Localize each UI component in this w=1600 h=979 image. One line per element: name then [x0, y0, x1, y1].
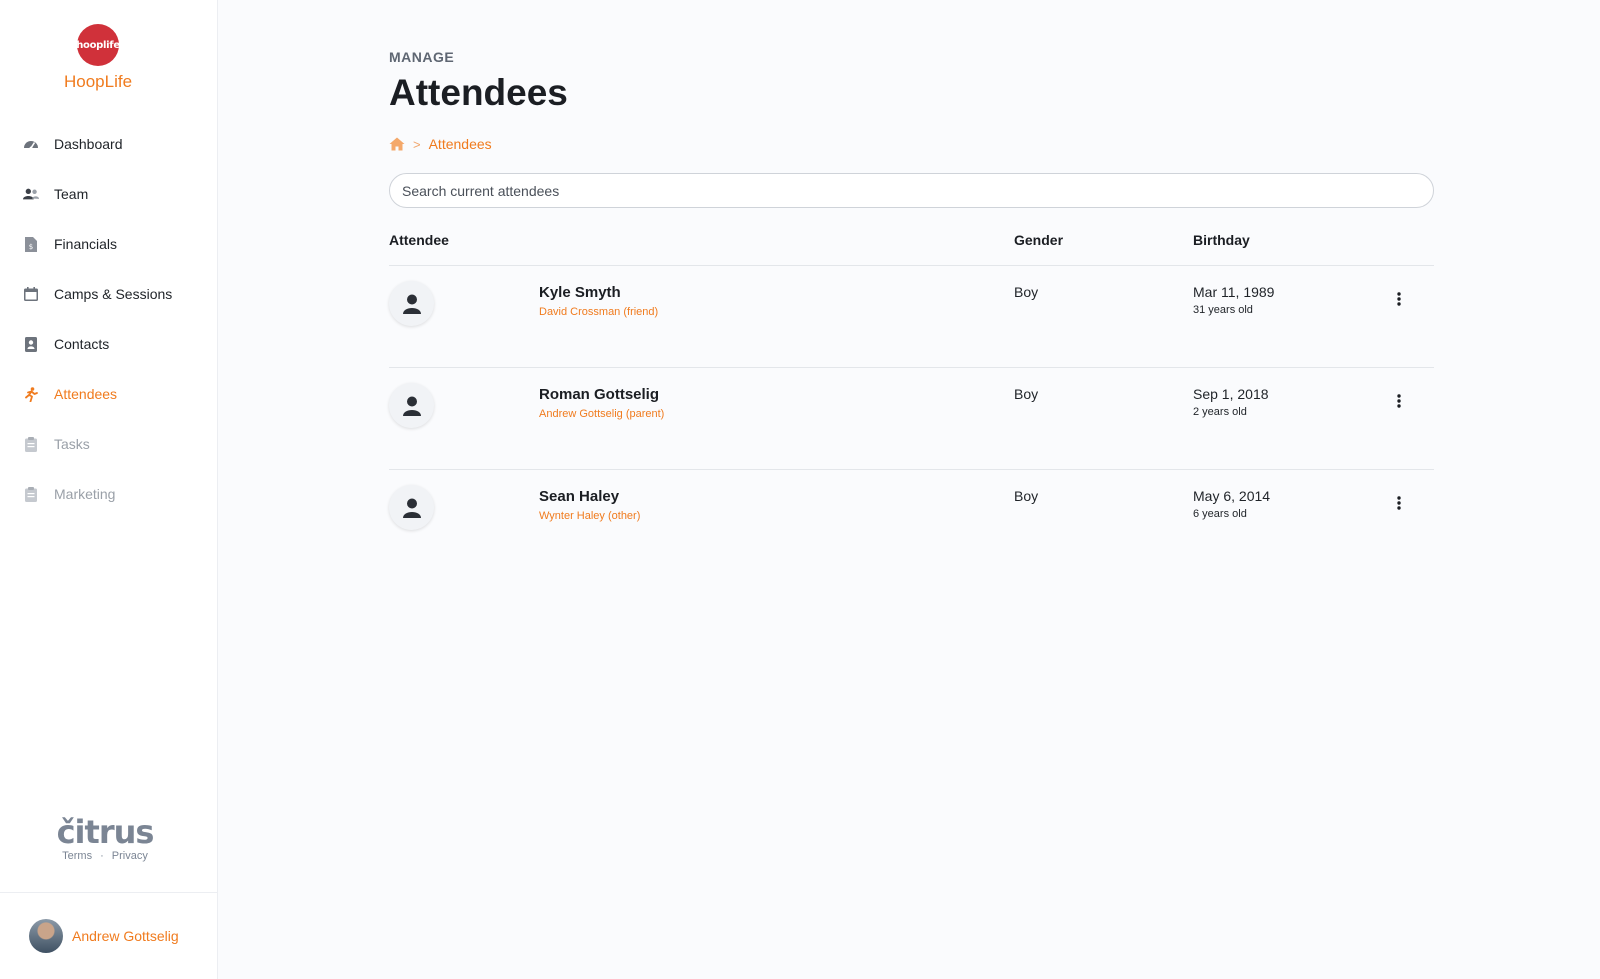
- attendee-table-body: Kyle Smyth David Crossman (friend) Boy M…: [389, 266, 1434, 572]
- sidebar-item-label: Contacts: [54, 336, 110, 352]
- attendee-name[interactable]: Kyle Smyth: [539, 284, 621, 301]
- search-input[interactable]: [389, 173, 1434, 208]
- attendee-name[interactable]: Roman Gottselig: [539, 386, 659, 403]
- sidebar-item-attendees[interactable]: Attendees: [0, 369, 218, 419]
- table-row[interactable]: Sean Haley Wynter Haley (other) Boy May …: [389, 470, 1434, 572]
- attendee-birthday: May 6, 2014: [1193, 488, 1271, 504]
- people-icon: [23, 186, 39, 202]
- attendee-gender: Boy: [1014, 386, 1039, 402]
- column-header-gender: Gender: [1014, 232, 1064, 248]
- breadcrumb-separator: >: [413, 136, 421, 152]
- attendee-contact[interactable]: Wynter Haley (other): [539, 510, 640, 522]
- clipboard-icon: [23, 486, 39, 502]
- table-header: Attendee Gender Birthday: [389, 229, 1434, 266]
- calendar-icon: [23, 286, 39, 302]
- speedometer-icon: [23, 136, 39, 152]
- person-icon: [389, 485, 434, 530]
- svg-text:$: $: [29, 243, 33, 251]
- citrus-logo: čitrus: [56, 813, 155, 851]
- column-header-attendee: Attendee: [389, 232, 449, 248]
- home-icon[interactable]: [389, 137, 405, 151]
- attendee-gender: Boy: [1014, 488, 1039, 504]
- invoice-icon: $: [23, 236, 39, 252]
- person-icon: [389, 281, 434, 326]
- sidebar-item-label: Camps & Sessions: [54, 286, 173, 302]
- breadcrumb-current[interactable]: Attendees: [429, 136, 492, 152]
- attendee-contact[interactable]: Andrew Gottselig (parent): [539, 408, 664, 420]
- more-options-icon[interactable]: [1389, 288, 1409, 310]
- avatar[interactable]: [29, 919, 63, 953]
- sidebar-item-label: Marketing: [54, 486, 116, 502]
- user-name[interactable]: Andrew Gottselig: [72, 928, 179, 944]
- clipboard-icon: [23, 436, 39, 452]
- brand-logo[interactable]: hooplife: [76, 24, 120, 66]
- sidebar-item-team[interactable]: Team: [0, 169, 218, 219]
- current-user[interactable]: Andrew Gottselig: [0, 892, 218, 979]
- attendee-gender: Boy: [1014, 284, 1039, 300]
- attendee-contact[interactable]: David Crossman (friend): [539, 306, 658, 318]
- sidebar: hooplife HoopLife Dashboard Team $ Finan…: [0, 0, 218, 979]
- more-options-icon[interactable]: [1389, 390, 1409, 412]
- sidebar-item-financials[interactable]: $ Financials: [0, 219, 218, 269]
- attendee-birthday: Sep 1, 2018: [1193, 386, 1269, 402]
- sidebar-nav: Dashboard Team $ Financials Camps & Sess…: [0, 119, 218, 519]
- sidebar-item-label: Tasks: [54, 436, 90, 452]
- legal-links: Terms · Privacy: [0, 850, 210, 862]
- sidebar-item-marketing[interactable]: Marketing: [0, 469, 218, 519]
- privacy-link[interactable]: Privacy: [112, 850, 148, 862]
- sidebar-item-label: Team: [54, 186, 89, 202]
- attendee-birthday: Mar 11, 1989: [1193, 284, 1275, 300]
- more-options-icon[interactable]: [1389, 492, 1409, 514]
- attendee-age: 6 years old: [1193, 508, 1247, 520]
- sidebar-item-camps-sessions[interactable]: Camps & Sessions: [0, 269, 218, 319]
- table-row[interactable]: Kyle Smyth David Crossman (friend) Boy M…: [389, 266, 1434, 368]
- contact-card-icon: [23, 336, 39, 352]
- terms-link[interactable]: Terms: [62, 850, 92, 862]
- column-header-birthday: Birthday: [1193, 232, 1250, 248]
- brand[interactable]: hooplife HoopLife: [0, 24, 196, 92]
- brand-name[interactable]: HoopLife: [0, 72, 196, 92]
- citrus-footer: čitrus Terms · Privacy: [0, 815, 210, 862]
- breadcrumb: > Attendees: [389, 136, 492, 152]
- legal-separator: ·: [100, 850, 104, 862]
- attendee-age: 31 years old: [1193, 304, 1253, 316]
- attendee-name[interactable]: Sean Haley: [539, 488, 619, 505]
- sidebar-item-tasks[interactable]: Tasks: [0, 419, 218, 469]
- page-title: Attendees: [389, 72, 568, 113]
- table-row[interactable]: Roman Gottselig Andrew Gottselig (parent…: [389, 368, 1434, 470]
- sidebar-item-dashboard[interactable]: Dashboard: [0, 119, 218, 169]
- person-icon: [389, 383, 434, 428]
- page-eyebrow: MANAGE: [389, 49, 455, 65]
- sidebar-item-contacts[interactable]: Contacts: [0, 319, 218, 369]
- running-person-icon: [23, 386, 39, 402]
- sidebar-item-label: Attendees: [54, 386, 118, 402]
- attendee-age: 2 years old: [1193, 406, 1247, 418]
- sidebar-item-label: Dashboard: [54, 136, 123, 152]
- sidebar-item-label: Financials: [54, 236, 118, 252]
